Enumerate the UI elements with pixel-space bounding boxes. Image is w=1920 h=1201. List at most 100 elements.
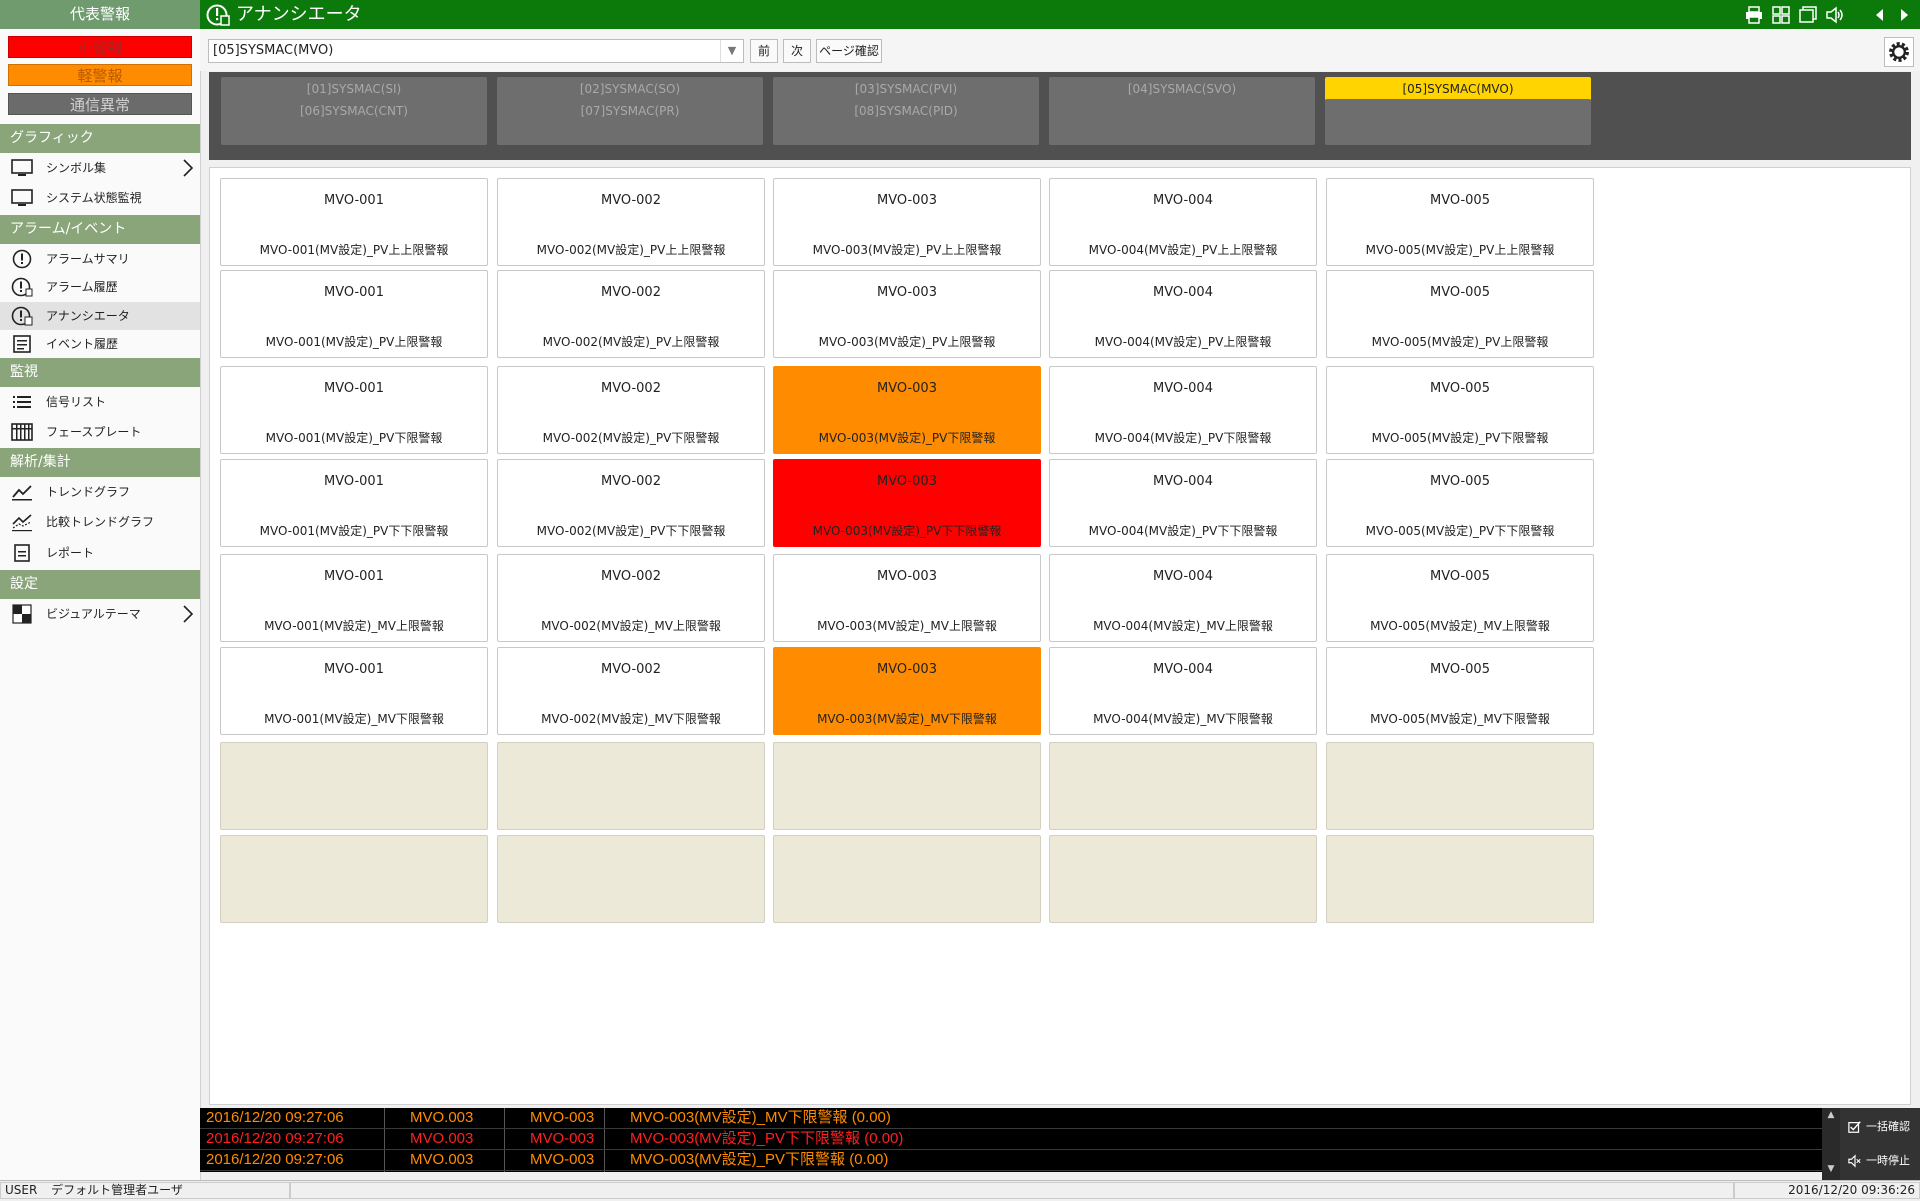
page-select[interactable]: [05]SYSMAC(MVO) ▼ bbox=[208, 39, 744, 63]
speaker-icon[interactable] bbox=[1825, 5, 1845, 25]
tile-tag: MVO-002 bbox=[601, 193, 661, 208]
banner-scrollbar[interactable]: ▲ ▼ bbox=[1822, 1108, 1840, 1180]
section-settings: 設定 bbox=[0, 570, 200, 599]
annunciator-tile[interactable]: MVO-002 MVO-002(MV設定)_MV上限警報 bbox=[497, 554, 765, 642]
grid-layout-icon[interactable] bbox=[1771, 5, 1791, 25]
next-page-button[interactable]: 次 bbox=[783, 39, 811, 63]
sidebar-item-event-history[interactable]: イベント履歴 bbox=[0, 330, 200, 358]
alarm-message: MVO-003(MV設定)_PV下限警報 (0.00) bbox=[630, 1151, 889, 1168]
annunciator-tile[interactable]: MVO-003 MVO-003(MV設定)_PV上限警報 bbox=[773, 270, 1041, 358]
annunciator-tile[interactable]: MVO-003 MVO-003(MV設定)_PV下限警報 bbox=[773, 366, 1041, 454]
annunciator-tile[interactable]: MVO-005 MVO-005(MV設定)_PV上上限警報 bbox=[1326, 178, 1594, 266]
sidebar-header: 代表警報 bbox=[0, 0, 200, 29]
annunciator-tile[interactable]: MVO-001 MVO-001(MV設定)_PV下下限警報 bbox=[220, 459, 488, 547]
scroll-up-icon[interactable]: ▲ bbox=[1822, 1110, 1840, 1120]
annunciator-tile[interactable]: MVO-004 MVO-004(MV設定)_PV上限警報 bbox=[1049, 270, 1317, 358]
alarm-banner-row[interactable]: 2016/12/20 09:27:06 MVO.003 MVO-003 MVO-… bbox=[200, 1150, 1822, 1171]
annunciator-tile[interactable]: MVO-003 MVO-003(MV設定)_MV上限警報 bbox=[773, 554, 1041, 642]
settings-button[interactable] bbox=[1884, 37, 1914, 67]
sidebar-item-visual-theme[interactable]: ビジュアルテーマ bbox=[0, 600, 200, 628]
chevron-down-icon[interactable]: ▼ bbox=[720, 40, 743, 62]
page-tab[interactable]: [06]SYSMAC(CNT) bbox=[221, 99, 487, 123]
alarm-banner-row[interactable]: 2016/12/20 09:27:06 MVO.003 MVO-003 MVO-… bbox=[200, 1129, 1822, 1150]
page-tab[interactable]: [03]SYSMAC(PVI) bbox=[773, 77, 1039, 101]
sidebar-item-system-status[interactable]: システム状態監視 bbox=[0, 184, 200, 212]
section-monitoring: 監視 bbox=[0, 358, 200, 387]
annunciator-tile[interactable]: MVO-003 MVO-003(MV設定)_MV下限警報 bbox=[773, 647, 1041, 735]
page-confirm-button[interactable]: ページ確認 bbox=[816, 39, 882, 63]
annunciator-tile[interactable]: MVO-002 MVO-002(MV設定)_PV下限警報 bbox=[497, 366, 765, 454]
annunciator-tile[interactable]: MVO-003 MVO-003(MV設定)_PV下下限警報 bbox=[773, 459, 1041, 547]
annunciator-tile[interactable]: MVO-005 MVO-005(MV設定)_PV上限警報 bbox=[1326, 270, 1594, 358]
annunciator-tile[interactable]: MVO-001 MVO-001(MV設定)_PV上上限警報 bbox=[220, 178, 488, 266]
chevron-right-icon bbox=[183, 159, 194, 177]
annunciator-tile[interactable]: MVO-001 MVO-001(MV設定)_PV下限警報 bbox=[220, 366, 488, 454]
sidebar-item-alarm-history[interactable]: アラーム履歴 bbox=[0, 273, 200, 301]
prev-page-button[interactable]: 前 bbox=[750, 39, 778, 63]
annunciator-tile[interactable]: MVO-005 MVO-005(MV設定)_MV上限警報 bbox=[1326, 554, 1594, 642]
ack-all-button[interactable]: 一括確認 bbox=[1844, 1112, 1918, 1142]
annunciator-tile-empty bbox=[220, 835, 488, 923]
annunciator-tile[interactable]: MVO-005 MVO-005(MV設定)_PV下下限警報 bbox=[1326, 459, 1594, 547]
sidebar-item-label: トレンドグラフ bbox=[46, 485, 131, 499]
annunciator-tile[interactable]: MVO-002 MVO-002(MV設定)_PV上限警報 bbox=[497, 270, 765, 358]
annunciator-tile-empty bbox=[220, 742, 488, 830]
pause-button[interactable]: 一時停止 bbox=[1844, 1146, 1918, 1176]
heavy-alarm-summary[interactable]: 重警報 bbox=[8, 36, 192, 58]
annunciator-tile[interactable]: MVO-005 MVO-005(MV設定)_PV下限警報 bbox=[1326, 366, 1594, 454]
annunciator-tile[interactable]: MVO-004 MVO-004(MV設定)_PV下下限警報 bbox=[1049, 459, 1317, 547]
page-tab[interactable]: [07]SYSMAC(PR) bbox=[497, 99, 763, 123]
annunciator-tile[interactable]: MVO-002 MVO-002(MV設定)_PV上上限警報 bbox=[497, 178, 765, 266]
print-icon[interactable] bbox=[1744, 5, 1764, 25]
sidebar-item-annunciator[interactable]: アナンシエータ bbox=[0, 302, 200, 330]
title-bar: アナンシエータ bbox=[200, 0, 1920, 29]
page-tab[interactable]: [08]SYSMAC(PID) bbox=[773, 99, 1039, 123]
comm-error-summary[interactable]: 通信異常 bbox=[8, 93, 192, 115]
page-tab[interactable]: [04]SYSMAC(SVO) bbox=[1049, 77, 1315, 101]
annunciator-tile[interactable]: MVO-005 MVO-005(MV設定)_MV下限警報 bbox=[1326, 647, 1594, 735]
annunciator-tile[interactable]: MVO-001 MVO-001(MV設定)_MV上限警報 bbox=[220, 554, 488, 642]
annunciator-tile[interactable]: MVO-004 MVO-004(MV設定)_MV上限警報 bbox=[1049, 554, 1317, 642]
tile-tag: MVO-004 bbox=[1153, 285, 1213, 300]
annunciator-tile[interactable]: MVO-002 MVO-002(MV設定)_MV下限警報 bbox=[497, 647, 765, 735]
annunciator-tile[interactable]: MVO-004 MVO-004(MV設定)_MV下限警報 bbox=[1049, 647, 1317, 735]
tile-message: MVO-003(MV設定)_MV上限警報 bbox=[817, 619, 997, 633]
light-alarm-summary[interactable]: 軽警報 bbox=[8, 64, 192, 86]
sidebar-item-report[interactable]: レポート bbox=[0, 539, 200, 567]
tile-tag: MVO-002 bbox=[601, 285, 661, 300]
alarm-banner-row[interactable]: 2016/12/20 09:27:06 MVO.003 MVO-003 MVO-… bbox=[200, 1108, 1822, 1129]
window-icon[interactable] bbox=[1798, 5, 1818, 25]
annunciator-tile[interactable]: MVO-001 MVO-001(MV設定)_PV上限警報 bbox=[220, 270, 488, 358]
sidebar-item-alarm-summary[interactable]: アラームサマリ bbox=[0, 245, 200, 273]
sidebar-item-trend-graph[interactable]: トレンドグラフ bbox=[0, 478, 200, 506]
annunciator-tile[interactable]: MVO-001 MVO-001(MV設定)_MV下限警報 bbox=[220, 647, 488, 735]
tile-tag: MVO-005 bbox=[1430, 381, 1490, 396]
sidebar-item-signal-list[interactable]: 信号リスト bbox=[0, 388, 200, 416]
sidebar-item-label: 比較トレンドグラフ bbox=[46, 515, 155, 529]
banner-controls: 一括確認 一時停止 bbox=[1840, 1108, 1920, 1180]
forward-arrow-icon[interactable] bbox=[1894, 5, 1914, 25]
alarm-tag: MVO.003 bbox=[410, 1130, 474, 1147]
back-arrow-icon[interactable] bbox=[1870, 5, 1890, 25]
annunciator-tile[interactable]: MVO-004 MVO-004(MV設定)_PV下限警報 bbox=[1049, 366, 1317, 454]
tile-tag: MVO-001 bbox=[324, 662, 384, 677]
tile-tag: MVO-002 bbox=[601, 381, 661, 396]
page-tab[interactable]: [02]SYSMAC(SO) bbox=[497, 77, 763, 101]
page-tab-empty bbox=[1325, 121, 1591, 145]
page-tab[interactable]: [01]SYSMAC(SI) bbox=[221, 77, 487, 101]
sidebar-item-symbols[interactable]: シンボル集 bbox=[0, 154, 200, 182]
tile-tag: MVO-003 bbox=[877, 569, 937, 584]
alarm-time: 2016/12/20 09:27:06 bbox=[206, 1109, 344, 1126]
annunciator-tile-empty bbox=[1326, 835, 1594, 923]
sidebar-item-faceplate[interactable]: フェースプレート bbox=[0, 418, 200, 446]
monitor-icon bbox=[11, 159, 33, 176]
status-bar: USER デフォルト管理者ユーザ 2016/12/20 09:36:26 bbox=[0, 1180, 1920, 1201]
sidebar-item-compare-trend[interactable]: 比較トレンドグラフ bbox=[0, 508, 200, 536]
annunciator-tile[interactable]: MVO-002 MVO-002(MV設定)_PV下下限警報 bbox=[497, 459, 765, 547]
page-tab[interactable]: [05]SYSMAC(MVO) bbox=[1325, 77, 1591, 101]
tile-message: MVO-001(MV設定)_PV上上限警報 bbox=[259, 243, 449, 257]
annunciator-tile[interactable]: MVO-003 MVO-003(MV設定)_PV上上限警報 bbox=[773, 178, 1041, 266]
scroll-down-icon[interactable]: ▼ bbox=[1822, 1164, 1840, 1174]
annunciator-tile-empty bbox=[1049, 835, 1317, 923]
annunciator-tile[interactable]: MVO-004 MVO-004(MV設定)_PV上上限警報 bbox=[1049, 178, 1317, 266]
